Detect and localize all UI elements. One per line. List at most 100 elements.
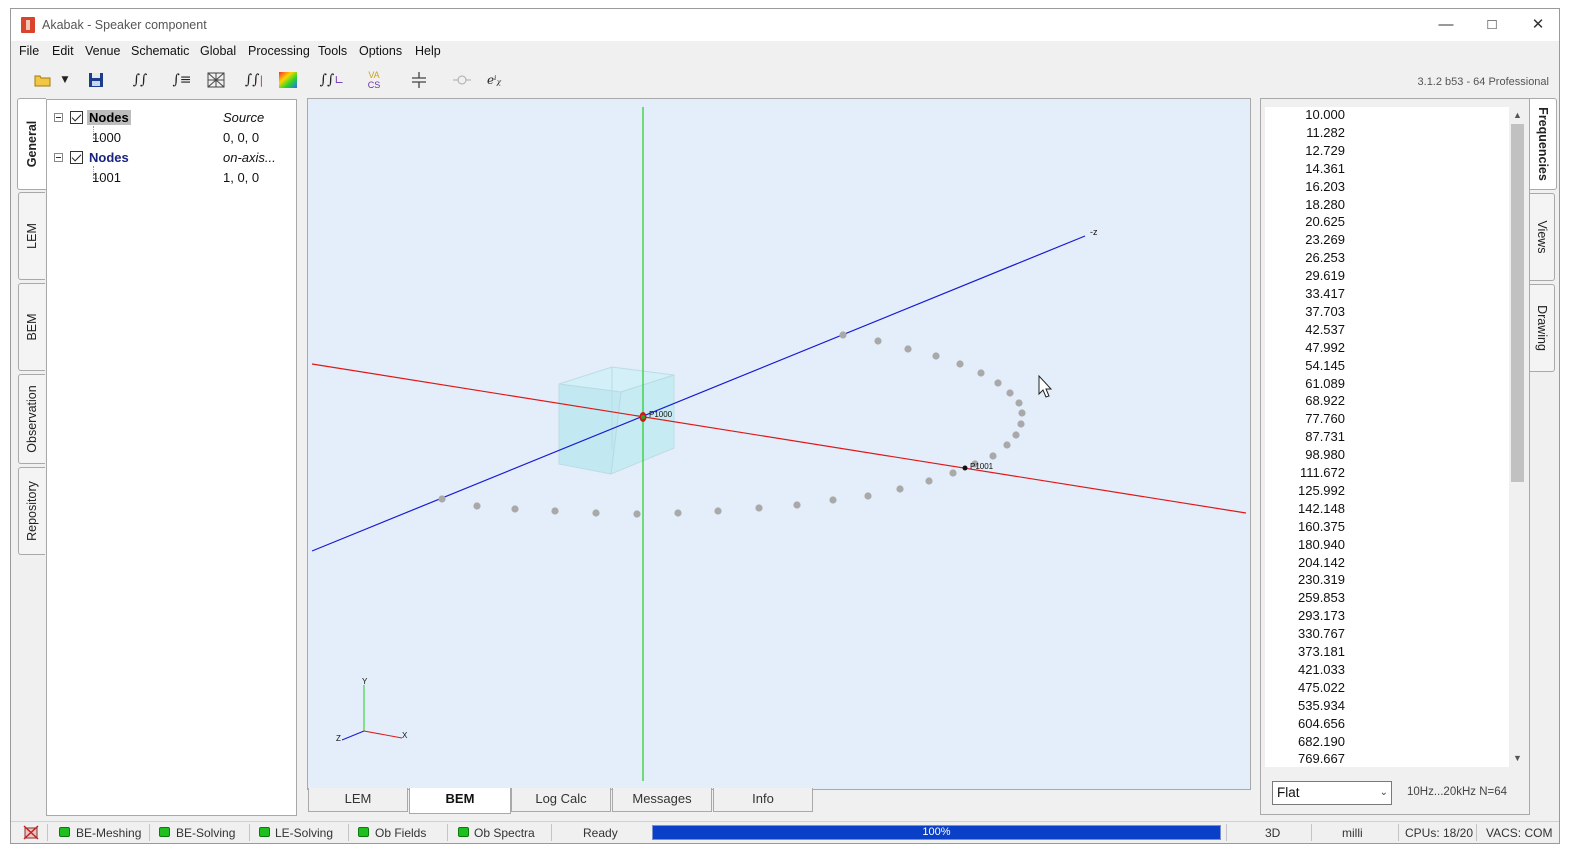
save-icon[interactable] xyxy=(83,67,109,93)
frequency-item[interactable]: 475.022 xyxy=(1265,680,1345,695)
point-p1001[interactable]: P1001 xyxy=(962,462,994,471)
integral-list-icon[interactable]: ∫≡ xyxy=(169,67,195,93)
open-folder-icon[interactable] xyxy=(30,67,56,93)
menu-help[interactable]: Help xyxy=(415,44,441,58)
integral-plot-icon[interactable]: ∫∫∟ xyxy=(317,67,347,93)
dropdown-arrow-icon[interactable]: ▼ xyxy=(58,67,72,93)
frequency-item[interactable]: 42.537 xyxy=(1265,322,1345,337)
menu-venue[interactable]: Venue xyxy=(85,44,120,58)
frequency-item[interactable]: 421.033 xyxy=(1265,662,1345,677)
frequency-item[interactable]: 111.672 xyxy=(1265,465,1345,480)
vacs-icon[interactable]: VA CS xyxy=(361,67,387,93)
frequency-item[interactable]: 604.656 xyxy=(1265,716,1345,731)
frequency-item[interactable]: 12.729 xyxy=(1265,143,1345,158)
tab-messages[interactable]: Messages xyxy=(612,788,712,812)
scroll-down-icon[interactable]: ▼ xyxy=(1509,750,1526,767)
frequency-item[interactable]: 29.619 xyxy=(1265,268,1345,283)
frequency-item[interactable]: 77.760 xyxy=(1265,411,1345,426)
close-icon[interactable]: ✕ xyxy=(1515,9,1559,41)
tab-info[interactable]: Info xyxy=(713,788,813,812)
3d-viewport[interactable]: -z P1000 P1001 Y X Z xyxy=(307,98,1251,790)
node-checkbox[interactable] xyxy=(70,151,83,164)
minimize-icon[interactable]: — xyxy=(1423,9,1469,41)
frequency-item[interactable]: 11.282 xyxy=(1265,125,1345,140)
frequency-item[interactable]: 61.089 xyxy=(1265,376,1345,391)
frequency-item[interactable]: 330.767 xyxy=(1265,626,1345,641)
frequency-item[interactable]: 98.980 xyxy=(1265,447,1345,462)
frequency-item[interactable]: 142.148 xyxy=(1265,501,1345,516)
ob-spectra-status[interactable]: Ob Spectra xyxy=(474,826,535,840)
collapse-icon[interactable] xyxy=(54,113,63,122)
tab-bottom-lem[interactable]: LEM xyxy=(308,788,408,812)
node-label[interactable]: Nodes xyxy=(89,150,129,165)
3d-scene[interactable]: -z P1000 P1001 Y X Z xyxy=(308,99,1250,789)
color-map-icon[interactable] xyxy=(275,67,301,93)
tab-views[interactable]: Views xyxy=(1530,193,1555,281)
tab-repository[interactable]: Repository xyxy=(18,467,45,555)
ob-fields-status[interactable]: Ob Fields xyxy=(375,826,426,840)
tab-frequencies[interactable]: Frequencies xyxy=(1530,98,1557,190)
scroll-up-icon[interactable]: ▲ xyxy=(1509,107,1526,124)
be-solving-status[interactable]: BE-Solving xyxy=(176,826,235,840)
tree-node-on-axis[interactable]: Nodes on-axis... xyxy=(47,148,296,168)
tab-general[interactable]: General xyxy=(17,98,46,190)
integral-bars-icon[interactable]: ∫∫| xyxy=(241,67,267,93)
menu-options[interactable]: Options xyxy=(359,44,402,58)
frequency-item[interactable]: 125.992 xyxy=(1265,483,1345,498)
frequency-item[interactable]: 259.853 xyxy=(1265,590,1345,605)
node-label[interactable]: Nodes xyxy=(87,110,131,125)
frequency-distribution-select[interactable]: Flat ⌄ xyxy=(1272,781,1392,805)
frequency-item[interactable]: 204.142 xyxy=(1265,555,1345,570)
capacitor-icon[interactable] xyxy=(406,67,432,93)
integral-icon[interactable]: ∫∫ xyxy=(127,67,153,93)
node-checkbox[interactable] xyxy=(70,111,83,124)
speaker-box[interactable] xyxy=(558,366,675,475)
frequency-item[interactable]: 37.703 xyxy=(1265,304,1345,319)
frequency-item[interactable]: 160.375 xyxy=(1265,519,1345,534)
tab-lem[interactable]: LEM xyxy=(18,192,45,280)
frequency-item[interactable]: 68.922 xyxy=(1265,393,1345,408)
tree-child-row[interactable]: 1000 0, 0, 0 xyxy=(47,128,296,148)
frequency-scrollbar[interactable]: ▲ ▼ xyxy=(1509,107,1526,767)
be-meshing-status[interactable]: BE-Meshing xyxy=(76,826,141,840)
menu-edit[interactable]: Edit xyxy=(52,44,74,58)
menu-tools[interactable]: Tools xyxy=(318,44,347,58)
le-solving-status[interactable]: LE-Solving xyxy=(275,826,333,840)
frequency-item[interactable]: 47.992 xyxy=(1265,340,1345,355)
frequency-item[interactable]: 230.319 xyxy=(1265,572,1345,587)
euler-icon[interactable]: eⁱᵪ xyxy=(481,67,507,93)
tab-bem[interactable]: BEM xyxy=(18,283,45,371)
frequency-item[interactable]: 20.625 xyxy=(1265,214,1345,229)
frequency-item[interactable]: 87.731 xyxy=(1265,429,1345,444)
frequency-item[interactable]: 16.203 xyxy=(1265,179,1345,194)
frequency-item[interactable]: 10.000 xyxy=(1265,107,1345,122)
frequency-item[interactable]: 54.145 xyxy=(1265,358,1345,373)
frequency-list[interactable]: 10.000 11.282 12.729 14.361 16.203 18.280 20.6… xyxy=(1265,107,1509,767)
menu-processing[interactable]: Processing xyxy=(248,44,310,58)
frequency-item[interactable]: 769.667 xyxy=(1265,751,1345,766)
frequency-item[interactable]: 682.190 xyxy=(1265,734,1345,749)
frequency-item[interactable]: 18.280 xyxy=(1265,197,1345,212)
tab-observation[interactable]: Observation xyxy=(18,374,45,464)
maximize-icon[interactable]: □ xyxy=(1469,9,1515,41)
menu-global[interactable]: Global xyxy=(200,44,236,58)
tree-node-source[interactable]: Nodes Source xyxy=(47,108,296,128)
frequency-item[interactable]: 293.173 xyxy=(1265,608,1345,623)
frequency-item[interactable]: 23.269 xyxy=(1265,232,1345,247)
collapse-icon[interactable] xyxy=(54,153,63,162)
frequency-item[interactable]: 33.417 xyxy=(1265,286,1345,301)
menu-file[interactable]: File xyxy=(19,44,39,58)
frequency-item[interactable]: 14.361 xyxy=(1265,161,1345,176)
calculator-status-icon[interactable] xyxy=(23,825,39,840)
frequency-item[interactable]: 373.181 xyxy=(1265,644,1345,659)
resistor-icon[interactable] xyxy=(449,67,475,93)
menu-schematic[interactable]: Schematic xyxy=(131,44,189,58)
tree-child-row[interactable]: 1001 1, 0, 0 xyxy=(47,168,296,188)
tab-log-calc[interactable]: Log Calc xyxy=(511,788,611,812)
mesh-icon[interactable] xyxy=(203,67,229,93)
scroll-thumb[interactable] xyxy=(1511,124,1524,482)
frequency-item[interactable]: 26.253 xyxy=(1265,250,1345,265)
frequency-item[interactable]: 180.940 xyxy=(1265,537,1345,552)
frequency-item[interactable]: 535.934 xyxy=(1265,698,1345,713)
tab-bottom-bem[interactable]: BEM xyxy=(409,788,511,814)
